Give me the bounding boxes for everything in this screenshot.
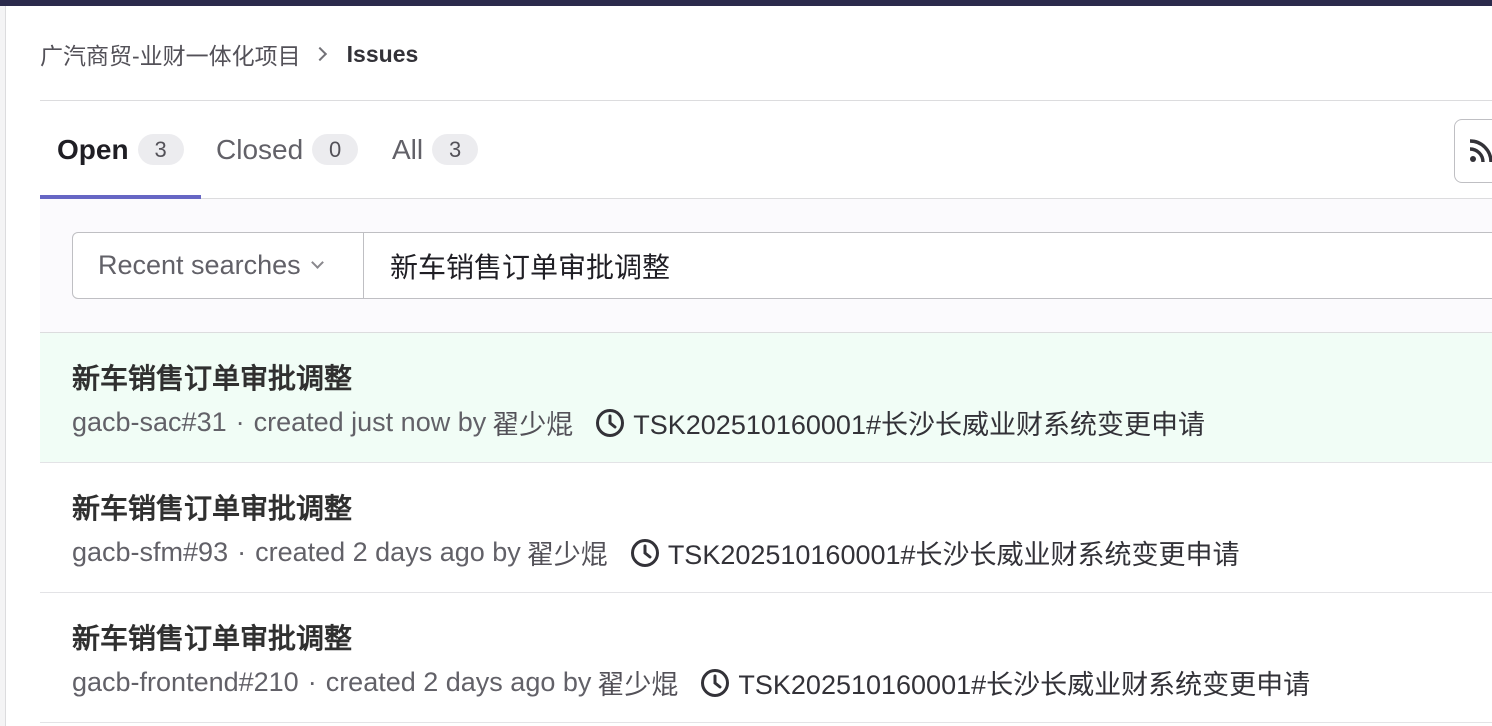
clock-icon [595,408,625,438]
tab-all[interactable]: All 3 [392,101,479,198]
issue-title[interactable]: 新车销售订单审批调整 [72,487,352,527]
tab-open-label: Open [57,133,129,165]
breadcrumb-project-link[interactable]: 广汽商贸-业财一体化项目 [40,37,301,71]
breadcrumb-current[interactable]: Issues [347,41,419,68]
top-nav-strip [0,0,1492,6]
tab-all-count: 3 [432,134,479,165]
filter-area: Recent searches [40,199,1492,333]
issue-reference[interactable]: gacb-sac#31 [72,407,227,438]
by-text: by [457,407,487,437]
issue-reference[interactable]: gacb-frontend#210 [72,667,299,698]
separator-dot: · [237,537,247,567]
breadcrumb: 广汽商贸-业财一体化项目 Issues [40,36,418,72]
issue-title[interactable]: 新车销售订单审批调整 [72,357,352,397]
issue-title[interactable]: 新车销售订单审批调整 [72,617,352,657]
issue-author[interactable]: 翟少焜 [597,663,678,702]
issue-state-tabs: Open 3 Closed 0 All 3 [40,100,1492,199]
issue-author[interactable]: 翟少焜 [492,403,573,442]
tab-closed-label: Closed [216,133,304,165]
separator-dot: · [235,407,245,437]
separator-dot: · [307,667,317,697]
issue-milestone[interactable]: TSK202510160001#长沙长威业财系统变更申请 [630,533,1240,572]
milestone-label: TSK202510160001#长沙长威业财系统变更申请 [633,410,1205,440]
issue-reference[interactable]: gacb-sfm#93 [72,537,228,568]
issue-meta: gacb-frontend#210 · created 2 days ago b… [72,663,1310,702]
search-input[interactable] [364,233,1492,298]
sidebar-edge [0,6,6,726]
issue-row: 新车销售订单审批调整 gacb-frontend#210 · created 2… [40,593,1492,723]
recent-searches-label: Recent searches [98,250,301,280]
chevron-down-icon [310,256,324,269]
issue-milestone[interactable]: TSK202510160001#长沙长威业财系统变更申请 [595,403,1205,442]
chevron-right-icon [312,46,327,62]
issue-created: created 2 days ago [325,667,556,697]
clock-icon [630,538,660,568]
issue-created: created just now [253,407,451,437]
clock-icon [700,668,730,698]
issue-created: created 2 days ago [255,537,485,567]
tab-open[interactable]: Open 3 [40,101,201,199]
rss-icon [1469,139,1492,163]
issue-meta: gacb-sfm#93 · created 2 days ago by 翟少焜 … [72,533,1240,572]
milestone-label: TSK202510160001#长沙长威业财系统变更申请 [738,670,1311,700]
tab-open-count: 3 [137,134,184,165]
issue-meta: gacb-sac#31 · created just now by 翟少焜 TS… [72,403,1205,442]
filtered-search-bar: Recent searches [72,232,1492,299]
issue-row: 新车销售订单审批调整 gacb-sfm#93 · created 2 days … [40,463,1492,593]
rss-button[interactable] [1454,119,1492,183]
issue-row: 新车销售订单审批调整 gacb-sac#31 · created just no… [40,333,1492,463]
by-text: by [562,667,592,697]
issue-milestone[interactable]: TSK202510160001#长沙长威业财系统变更申请 [700,663,1310,702]
issue-list: 新车销售订单审批调整 gacb-sac#31 · created just no… [40,333,1492,723]
tab-closed-count: 0 [312,134,359,165]
by-label: by [450,407,487,438]
tab-all-label: All [392,133,424,165]
milestone-label: TSK202510160001#长沙长威业财系统变更申请 [667,540,1240,570]
by-text: by [492,537,521,567]
by-label: by [555,667,592,698]
issue-author[interactable]: 翟少焜 [527,533,608,572]
by-label: by [485,537,521,568]
recent-searches-dropdown[interactable]: Recent searches [73,233,364,298]
tab-closed[interactable]: Closed 0 [216,101,359,198]
